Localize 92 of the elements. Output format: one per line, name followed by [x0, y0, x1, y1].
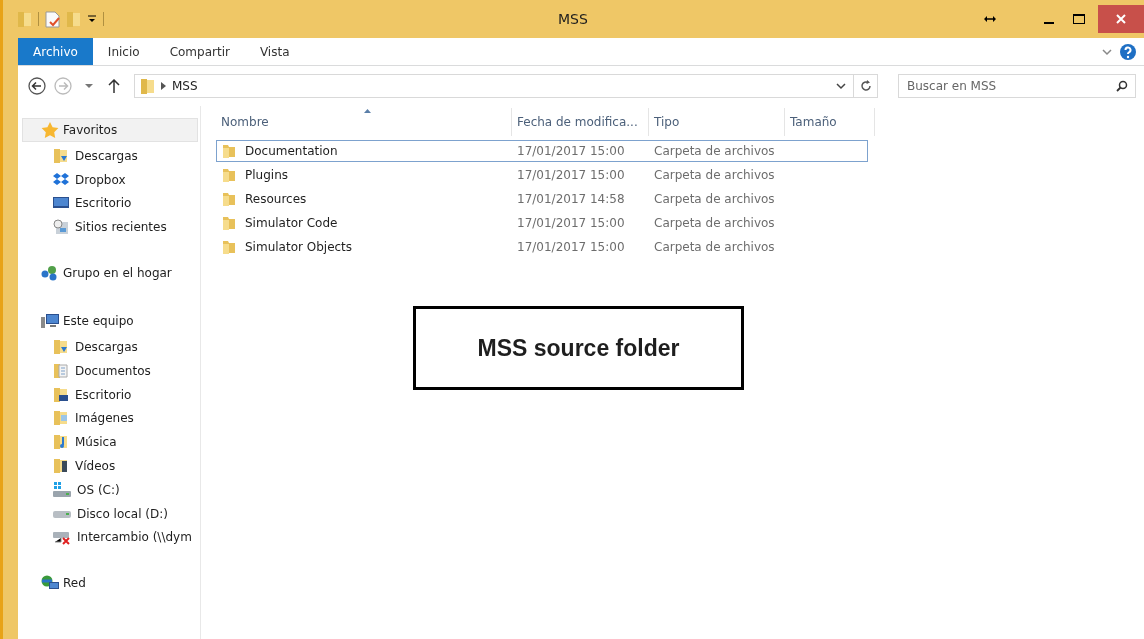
music-folder-icon — [53, 434, 69, 451]
sidebar-item[interactable]: Música — [18, 430, 200, 455]
videos-folder-icon — [53, 458, 69, 475]
sidebar-item[interactable]: Este equipo — [22, 309, 198, 334]
date-cell-text: 17/01/2017 15:00 — [516, 216, 626, 230]
pictures-folder-icon — [53, 410, 69, 427]
window-title: MSS — [558, 11, 589, 27]
dropbox-icon — [53, 172, 69, 187]
refresh-icon — [859, 80, 872, 92]
chevron-down-icon — [836, 82, 846, 90]
sidebar-item[interactable]: Sitios recientes — [18, 215, 200, 240]
folder-icon — [221, 215, 237, 231]
download-folder-icon — [53, 339, 69, 356]
file-row[interactable]: Resources 17/01/2017 14:58 Carpeta de archivos — [216, 188, 868, 210]
date-cell-text: 17/01/2017 15:00 — [516, 144, 626, 158]
close-icon — [1116, 14, 1126, 24]
ribbon-tab[interactable]: Archivo — [18, 38, 93, 65]
search-icon — [1116, 80, 1128, 92]
folder-icon — [221, 143, 237, 159]
folder-icon — [221, 167, 237, 183]
minimize-icon — [1044, 21, 1054, 24]
file-row[interactable]: Plugins 17/01/2017 15:00 Carpeta de archivos — [216, 164, 868, 186]
breadcrumb-arrow-icon[interactable] — [161, 82, 166, 90]
star-icon — [41, 122, 59, 138]
ribbon-tab[interactable]: Vista — [244, 38, 305, 65]
date-cell-text: 17/01/2017 14:58 — [516, 192, 626, 206]
sidebar-item[interactable]: OS (C:) — [18, 477, 200, 502]
address-bar[interactable]: MSS — [134, 74, 878, 98]
sort-arrow-icon — [363, 109, 371, 113]
homegroup-icon — [41, 265, 59, 282]
properties-icon — [45, 10, 61, 28]
file-name: Simulator Code — [245, 216, 338, 230]
file-row[interactable]: Documentation 17/01/2017 15:00 Carpeta de archivos — [216, 140, 868, 162]
sidebar-item[interactable]: Descargas — [18, 144, 200, 168]
hard-drive-icon — [53, 508, 71, 519]
system-drive-icon — [53, 481, 71, 498]
type-cell-text: Carpeta de archivos — [653, 168, 776, 182]
folder-icon — [141, 78, 155, 94]
sidebar-item[interactable]: Escritorio — [18, 191, 200, 216]
dropdown-icon[interactable] — [87, 14, 97, 24]
sidebar-item[interactable]: Favoritos — [22, 118, 198, 142]
computer-icon — [41, 313, 59, 330]
file-name: Plugins — [245, 168, 288, 182]
desktop-folder-icon — [53, 386, 69, 403]
sidebar-item[interactable]: Intercambio (\\dym — [18, 525, 200, 550]
type-cell-text: Carpeta de archivos — [653, 144, 776, 158]
type-cell-text: Carpeta de archivos — [653, 192, 776, 206]
annotation-label: MSS source folder — [413, 306, 744, 390]
close-button[interactable] — [1098, 5, 1144, 33]
file-name: Documentation — [245, 144, 338, 158]
monitor-icon — [53, 196, 69, 211]
up-arrow-icon[interactable] — [108, 79, 120, 93]
column-header[interactable]: Tamaño — [785, 108, 875, 136]
type-cell-text: Carpeta de archivos — [653, 216, 776, 230]
disconnected-drive-icon — [53, 529, 71, 546]
date-cell-text: 17/01/2017 15:00 — [516, 168, 626, 182]
sidebar-item[interactable]: Escritorio — [18, 382, 200, 407]
sidebar-item[interactable]: Imágenes — [18, 406, 200, 431]
search-field[interactable]: Buscar en MSS — [898, 74, 1136, 98]
file-row[interactable]: Simulator Code 17/01/2017 15:00 Carpeta de archivos — [216, 212, 868, 234]
ribbon-tab[interactable]: Inicio — [92, 38, 155, 65]
file-name: Resources — [245, 192, 307, 206]
sidebar-item[interactable]: Documentos — [18, 359, 200, 383]
file-name: Simulator Objects — [245, 240, 353, 254]
column-header[interactable]: Fecha de modifica... — [512, 108, 649, 136]
download-folder-icon — [53, 147, 69, 164]
documents-folder-icon — [53, 362, 69, 379]
sidebar-item[interactable]: Dropbox — [18, 167, 200, 192]
file-row[interactable]: Simulator Objects 17/01/2017 15:00 Carpeta de archivos — [216, 236, 868, 258]
folder-icon — [221, 239, 237, 255]
back-button[interactable] — [28, 77, 46, 95]
folder-icon — [221, 191, 237, 207]
maximize-icon — [1073, 14, 1085, 24]
column-header[interactable]: Nombre — [216, 108, 512, 136]
date-cell-text: 17/01/2017 15:00 — [516, 240, 626, 254]
folder-icon — [18, 11, 32, 27]
help-icon[interactable] — [1120, 43, 1136, 60]
column-header[interactable]: Tipo — [649, 108, 785, 136]
sidebar-item[interactable]: Descargas — [18, 335, 200, 359]
type-cell-text: Carpeta de archivos — [653, 240, 776, 254]
breadcrumb[interactable]: MSS — [172, 79, 198, 93]
new-folder-icon — [67, 11, 81, 27]
sidebar-item[interactable]: Red — [22, 571, 198, 596]
ribbon-tab[interactable]: Compartir — [154, 38, 245, 65]
resize-icon — [984, 15, 996, 23]
sidebar-item[interactable]: Grupo en el hogar — [22, 261, 198, 286]
sidebar-item[interactable]: Vídeos — [18, 454, 200, 478]
expand-ribbon-icon[interactable] — [1102, 47, 1112, 56]
recent-locations-icon[interactable] — [84, 83, 94, 89]
network-icon — [41, 575, 59, 592]
recent-places-icon — [53, 219, 69, 236]
sidebar-item[interactable]: Disco local (D:) — [18, 501, 200, 526]
